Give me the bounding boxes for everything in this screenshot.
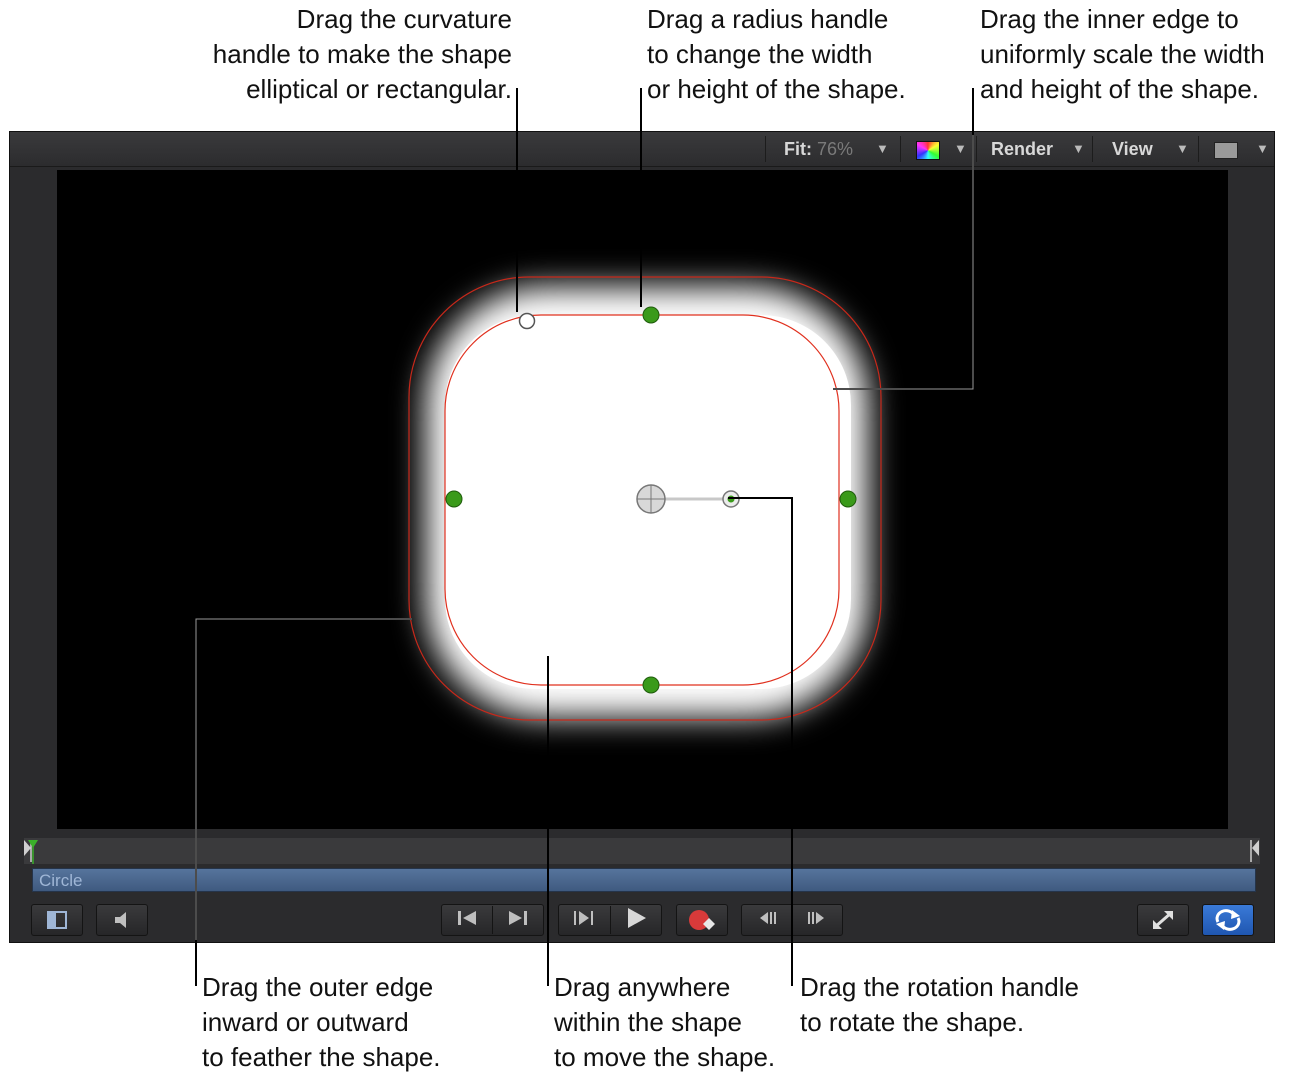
frame-step-buttons[interactable]: [741, 904, 843, 936]
toolbar-divider: [900, 136, 901, 162]
radius-handle-bottom[interactable]: [642, 676, 660, 694]
toolbar-divider: [765, 136, 766, 162]
play-from-start-icon[interactable]: [559, 909, 610, 932]
track-label: Circle: [39, 871, 83, 890]
out-point-marker-icon[interactable]: [1252, 840, 1259, 856]
shape-overlay: [408, 276, 882, 721]
fit-label: Fit:: [784, 139, 812, 159]
record-button[interactable]: [676, 904, 728, 936]
next-frame-icon[interactable]: [793, 909, 843, 932]
callout-curvature: Drag the curvature handle to make the sh…: [212, 4, 512, 104]
viewer-toolbar: Fit: 76% ▼ ▼ Render ▼ View ▼ ▼: [10, 132, 1274, 167]
loop-icon: [1215, 909, 1241, 931]
mute-button[interactable]: [96, 904, 148, 936]
render-dropdown-icon[interactable]: ▼: [1072, 132, 1085, 166]
color-channels-icon[interactable]: [916, 141, 940, 160]
toggle-timeline-button[interactable]: [31, 904, 83, 936]
ruler-markers: [24, 840, 1259, 864]
view-dropdown-icon[interactable]: ▼: [1176, 132, 1189, 166]
fullscreen-button[interactable]: [1137, 904, 1189, 936]
previous-frame-icon[interactable]: [742, 909, 792, 932]
speaker-icon: [115, 912, 126, 928]
callout-move: Drag anywhere within the shape to move t…: [554, 972, 776, 1072]
layers-toggle-icon: [47, 911, 67, 929]
curvature-handle[interactable]: [518, 312, 536, 330]
callout-radius: Drag a radius handle to change the width…: [647, 4, 906, 104]
radius-handle-right[interactable]: [839, 490, 857, 508]
canvas[interactable]: [57, 170, 1228, 829]
layout-dropdown-icon[interactable]: ▼: [1256, 132, 1269, 166]
callout-inner-edge: Drag the inner edge to uniformly scale t…: [980, 4, 1265, 104]
go-to-start-icon[interactable]: [442, 909, 492, 932]
fit-value: 76%: [817, 139, 854, 159]
render-menu[interactable]: Render: [991, 132, 1053, 166]
fit-zoom-menu[interactable]: Fit: 76%: [784, 132, 853, 166]
play-controls[interactable]: [558, 904, 662, 936]
view-menu[interactable]: View: [1112, 132, 1153, 166]
toolbar-divider: [1092, 136, 1093, 162]
center-handle[interactable]: [636, 484, 666, 514]
play-icon[interactable]: [611, 907, 662, 934]
mini-timeline-ruler[interactable]: [24, 838, 1260, 864]
viewer-window: Fit: 76% ▼ ▼ Render ▼ View ▼ ▼ Circle: [9, 131, 1275, 943]
toolbar-divider: [976, 136, 977, 162]
go-to-start-end-buttons[interactable]: [441, 904, 544, 936]
radius-handle-top[interactable]: [642, 306, 660, 324]
callout-rotation: Drag the rotation handle to rotate the s…: [800, 972, 1079, 1037]
go-to-end-icon[interactable]: [493, 909, 543, 932]
toolbar-divider: [1198, 136, 1199, 162]
radius-handle-left[interactable]: [445, 490, 463, 508]
layout-icon[interactable]: [1214, 142, 1238, 159]
callout-outer-edge: Drag the outer edge inward or outward to…: [202, 972, 441, 1072]
record-icon: [689, 910, 715, 930]
fit-dropdown-icon[interactable]: ▼: [876, 132, 889, 166]
rotation-handle[interactable]: [722, 490, 740, 508]
loop-playback-button[interactable]: [1202, 904, 1254, 936]
channels-dropdown-icon[interactable]: ▼: [954, 132, 967, 166]
timeline-track-bar[interactable]: Circle: [32, 868, 1256, 892]
expand-arrows-icon: [1153, 911, 1173, 929]
